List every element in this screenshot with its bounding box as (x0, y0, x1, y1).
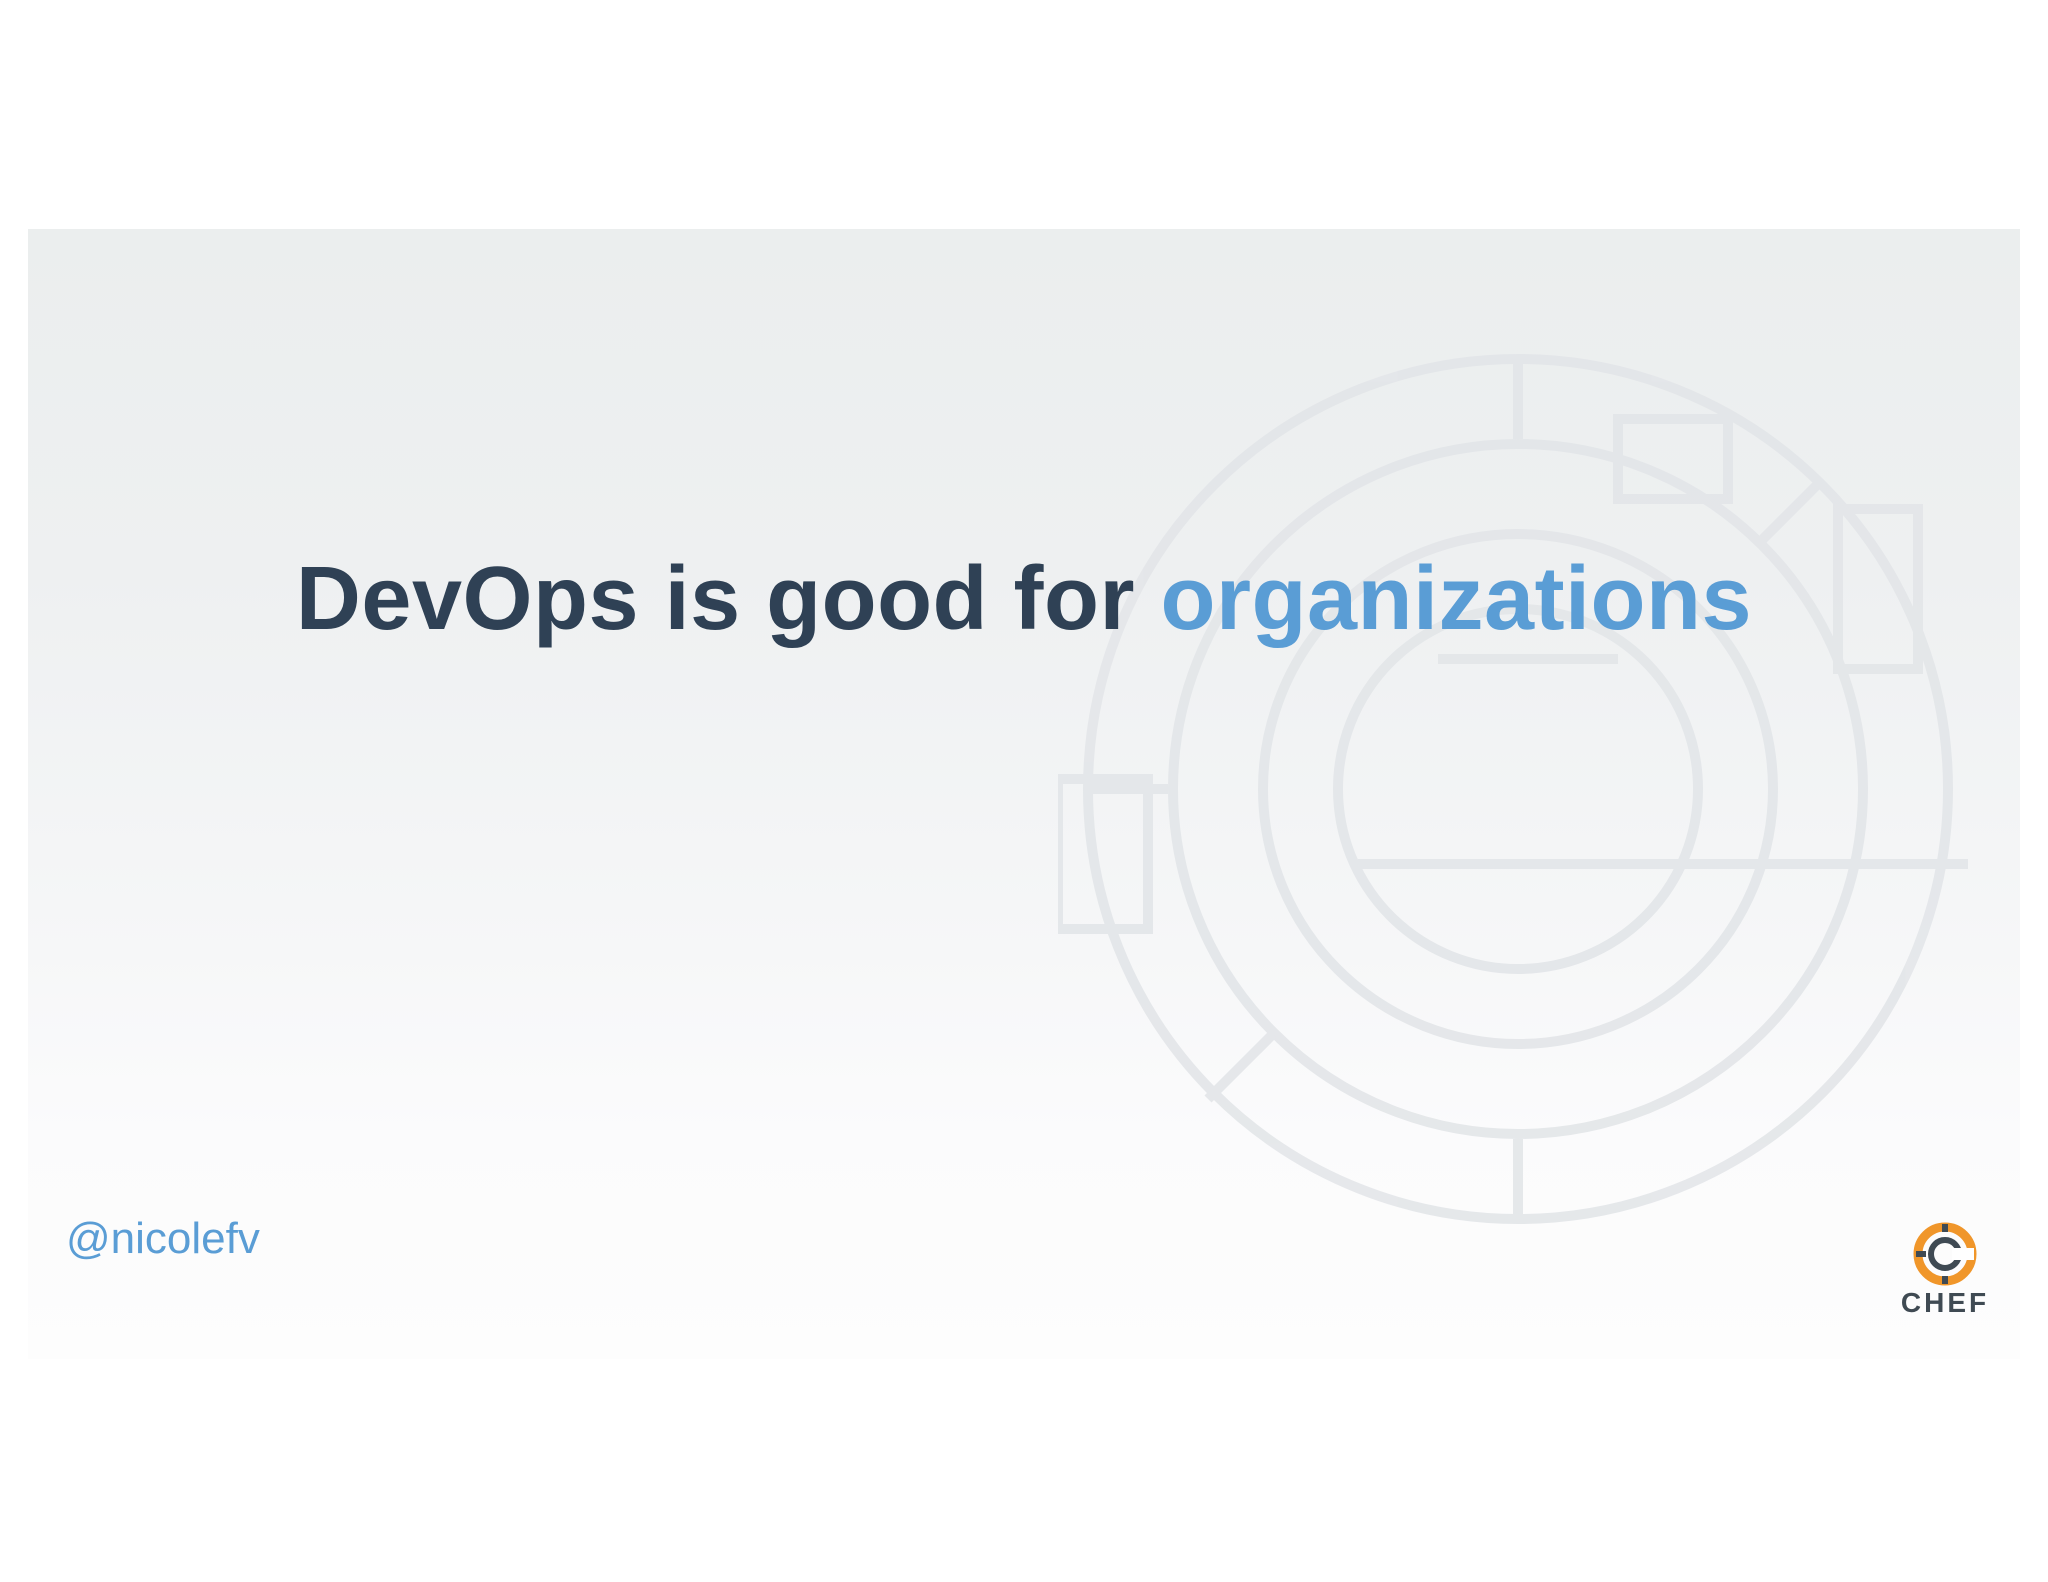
title-main-text: DevOps is good for (295, 549, 1161, 649)
chef-logo: CHEF (1890, 1221, 2000, 1331)
slide-title: DevOps is good for organizations (28, 549, 2020, 649)
chef-watermark-icon (1058, 354, 1968, 1224)
slide: DevOps is good for organizations @nicole… (28, 229, 2020, 1359)
title-accent-text: organizations (1160, 549, 1753, 649)
twitter-handle: @nicolefv (66, 1214, 260, 1263)
chef-logo-icon (1913, 1222, 1977, 1286)
page: DevOps is good for organizations @nicole… (0, 0, 2048, 1582)
logo-wordmark: CHEF (1900, 1287, 1990, 1318)
